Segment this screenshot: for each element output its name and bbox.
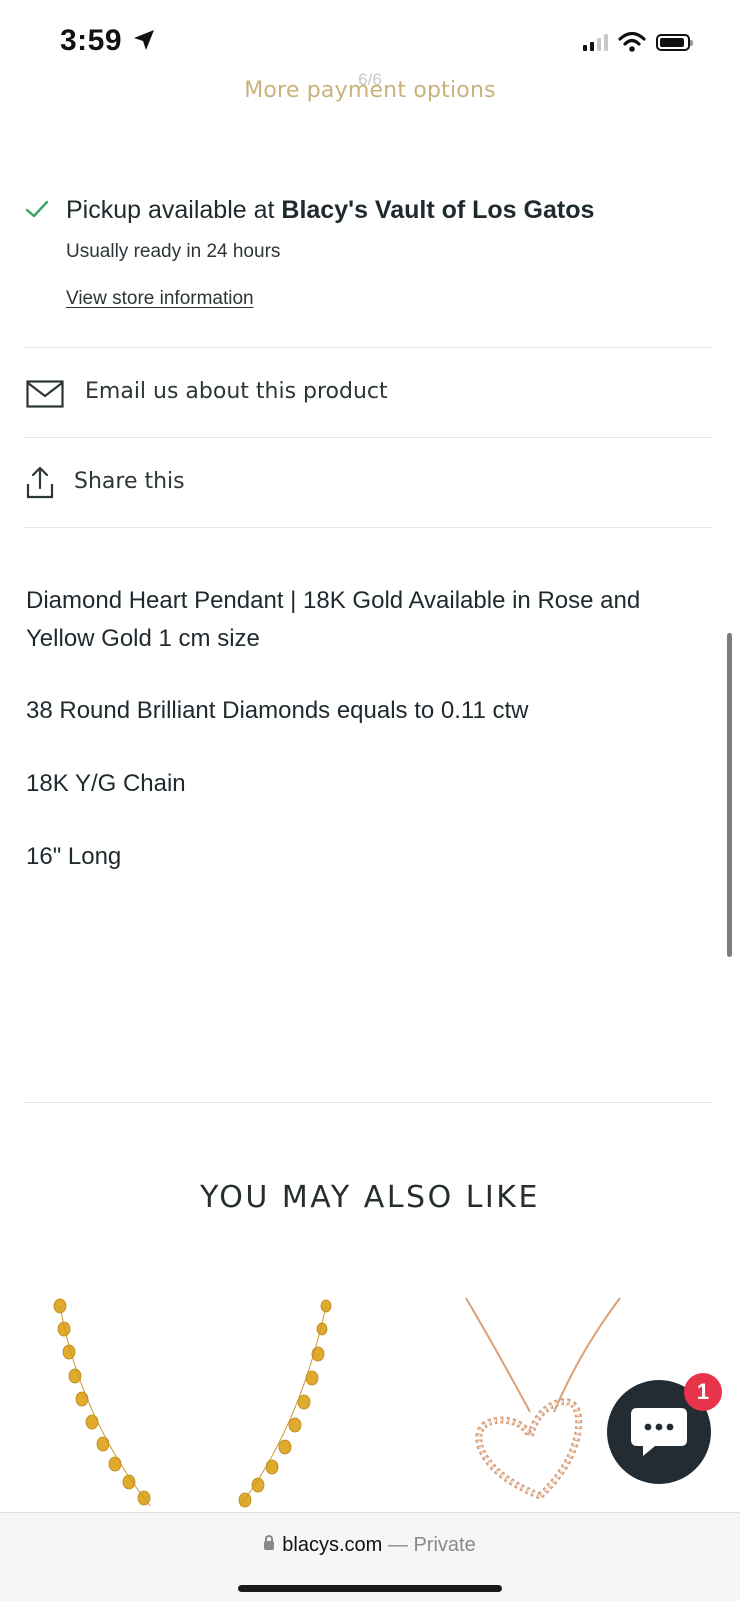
status-time: 3:59 xyxy=(60,24,123,57)
pickup-store-name: Blacy's Vault of Los Gatos xyxy=(281,196,595,224)
url-domain: blacys.com xyxy=(282,1534,383,1556)
divider xyxy=(24,347,712,348)
product-description-title: Diamond Heart Pendant | 18K Gold Availab… xyxy=(26,587,641,652)
url-display[interactable]: blacys.com — Private xyxy=(0,1534,740,1557)
home-indicator[interactable] xyxy=(238,1585,502,1592)
mail-icon xyxy=(26,380,64,408)
status-icons xyxy=(583,30,693,54)
product-image-gold-chain[interactable] xyxy=(40,1296,340,1514)
url-separator: — xyxy=(387,1534,408,1556)
location-arrow-icon xyxy=(134,30,154,50)
divider xyxy=(24,1102,712,1103)
wifi-icon xyxy=(618,31,646,52)
scrollbar[interactable] xyxy=(727,633,732,957)
product-description-length: 16" Long xyxy=(26,843,122,870)
email-product-label: Email us about this product xyxy=(85,379,388,404)
you-may-also-like-heading: YOU MAY ALSO LIKE xyxy=(200,1180,540,1215)
private-mode-label: Private xyxy=(413,1534,476,1556)
pickup-availability: Pickup available at Blacy's Vault of Los… xyxy=(66,196,594,225)
pickup-prefix: Pickup available at xyxy=(66,196,282,224)
check-icon xyxy=(25,200,49,218)
pickup-ready-time: Usually ready in 24 hours xyxy=(66,241,281,262)
divider xyxy=(24,437,712,438)
divider xyxy=(24,527,712,528)
share-icon xyxy=(26,466,54,499)
product-description-chain: 18K Y/G Chain xyxy=(26,770,186,797)
cellular-signal-icon xyxy=(583,33,608,51)
product-image-heart-pendant[interactable] xyxy=(460,1296,630,1514)
chat-notification-badge: 1 xyxy=(684,1373,722,1411)
chat-bubble-icon xyxy=(631,1408,687,1456)
product-description-diamonds: 38 Round Brilliant Diamonds equals to 0.… xyxy=(26,697,529,724)
more-payment-options-link[interactable]: More payment options xyxy=(0,78,740,103)
view-store-information-link[interactable]: View store information xyxy=(66,288,254,310)
share-label: Share this xyxy=(74,469,185,494)
battery-icon xyxy=(656,33,693,51)
lock-icon xyxy=(264,1535,275,1550)
